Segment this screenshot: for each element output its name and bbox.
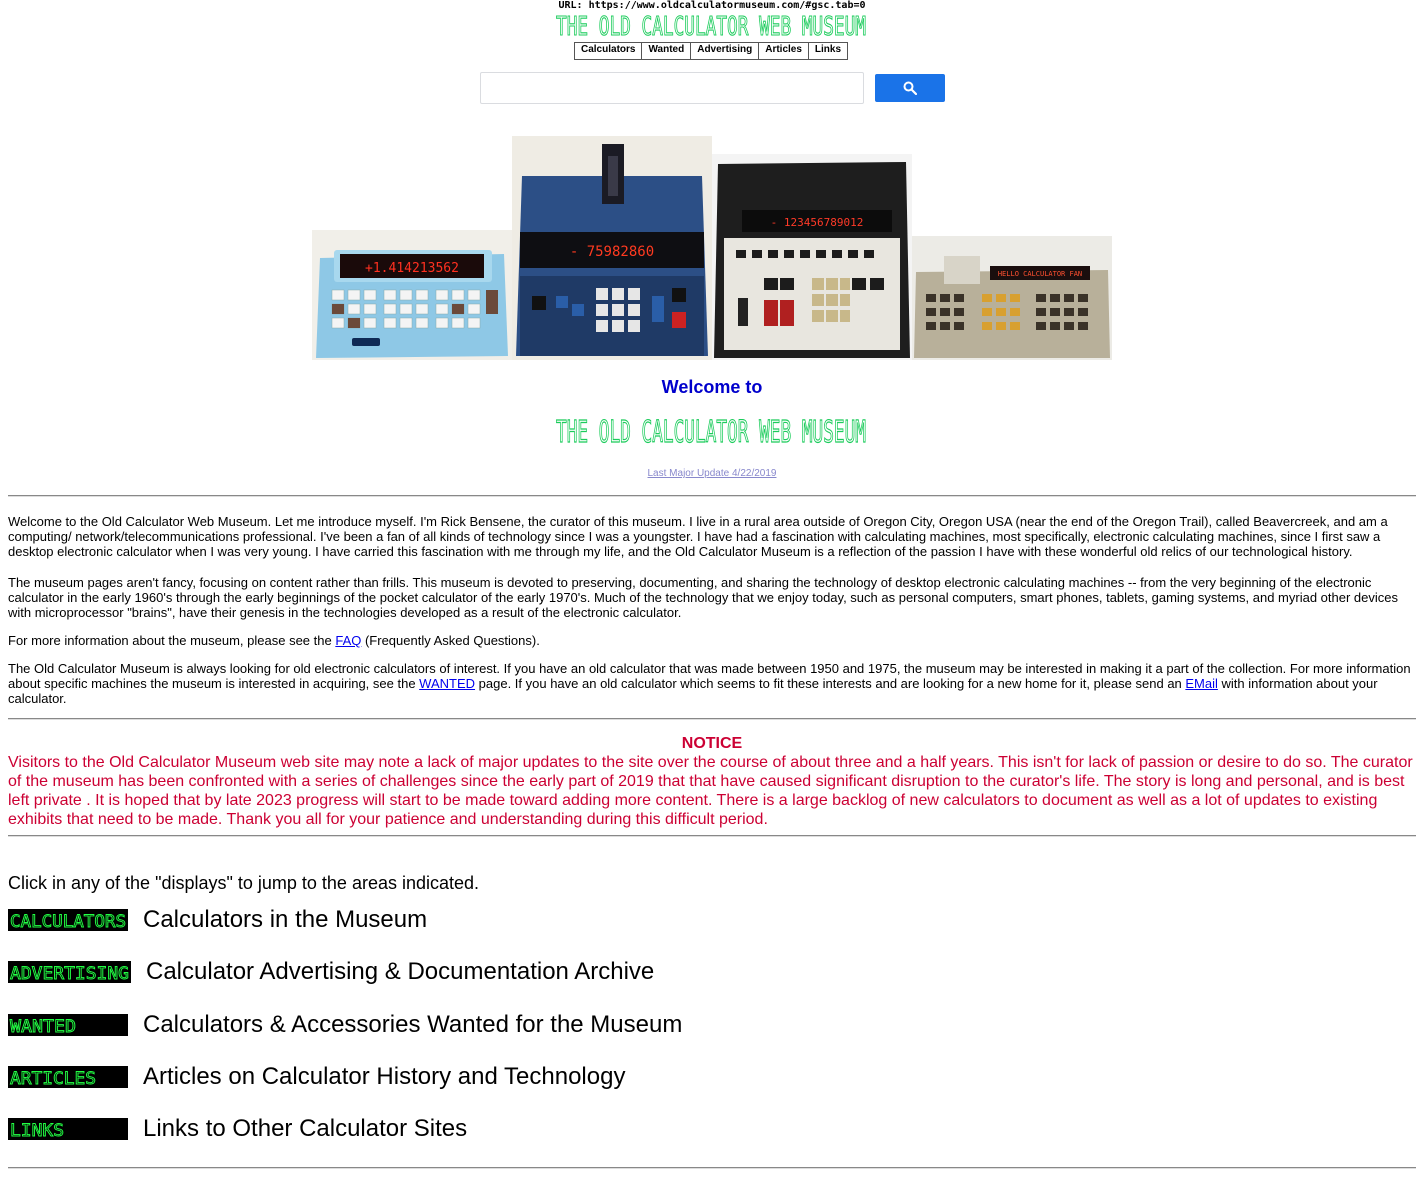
wanted-display-text: WANTED [10,1017,76,1036]
section-label-calculators[interactable]: Calculators in the Museum [143,906,427,934]
links-display-text: LINKS [10,1121,64,1140]
divider [8,718,1416,720]
intro-paragraph-1: Welcome to the Old Calculator Web Museum… [8,514,1388,559]
faq-link[interactable]: FAQ [335,633,361,648]
faq-paragraph: For more information about the museum, p… [8,633,1416,648]
section-link-wanted[interactable]: WANTED Calculators & Accessories Wanted … [8,1011,682,1039]
search-input[interactable] [480,72,864,104]
section-label-links[interactable]: Links to Other Calculator Sites [143,1115,467,1143]
section-label-advertising[interactable]: Calculator Advertising & Documentation A… [146,958,654,986]
calculators-display-text: CALCULATORS [10,912,126,931]
last-update-line: Last Major Update 4/22/2019 [0,468,1424,480]
articles-display-text: ARTICLES [10,1069,96,1088]
top-nav: Calculators Wanted Advertising Articles … [574,42,849,60]
advertising-display-icon[interactable]: ADVERTISING [8,961,131,983]
photo3-display-text: - 123456789012 [771,216,864,229]
nav-wanted[interactable]: Wanted [642,43,692,59]
wanted-link[interactable]: WANTED [419,676,475,691]
faq-text-before: For more information about the museum, p… [8,633,336,648]
links-display-icon[interactable]: LINKS [8,1118,128,1140]
photo4-display-text: HELLO CALCULATOR FAN [998,270,1082,278]
calculator-photo-1[interactable]: +1.414213562 [312,230,512,360]
calculator-photo-3[interactable]: - 123456789012 [712,154,912,360]
displays-instruction: Click in any of the "displays" to jump t… [8,873,480,893]
calculators-display-icon[interactable]: CALCULATORS [8,909,128,931]
section-label-wanted[interactable]: Calculators & Accessories Wanted for the… [143,1011,682,1039]
photo1-display-text: +1.414213562 [365,261,459,276]
nav-calculators[interactable]: Calculators [575,43,643,59]
notice-body: Visitors to the Old Calculator Museum we… [8,754,1413,828]
museum-banner-logo[interactable]: THE OLD CALCULATOR WEB MUSEUM [555,11,867,39]
intro-paragraph-2: The museum pages aren't fancy, focusing … [8,575,1398,620]
section-link-calculators[interactable]: CALCULATORS Calculators in the Museum [8,906,427,934]
search-icon [903,81,917,95]
divider [8,835,1416,837]
wanted-display-icon[interactable]: WANTED [8,1014,128,1036]
banner-logo-large-text: THE OLD CALCULATOR WEB MUSEUM [556,415,866,446]
email-link[interactable]: EMail [1185,676,1218,691]
calculator-photo-2[interactable]: - 75982860 [512,136,712,360]
section-link-articles[interactable]: ARTICLES Articles on Calculator History … [8,1063,625,1091]
faq-text-after: (Frequently Asked Questions). [361,633,540,648]
museum-banner-logo-large: THE OLD CALCULATOR WEB MUSEUM [555,414,867,450]
articles-display-icon[interactable]: ARTICLES [8,1066,128,1088]
photo2-display-text: - 75982860 [570,244,654,260]
notice-title: NOTICE [681,735,743,752]
welcome-heading: Welcome to [661,377,763,397]
wanted-text-b: page. If you have an old calculator whic… [475,676,1186,691]
calculator-photo-4[interactable]: HELLO CALCULATOR FAN [912,236,1112,360]
section-link-advertising[interactable]: ADVERTISING Calculator Advertising & Doc… [8,958,654,986]
search-button[interactable] [875,74,945,102]
section-link-links[interactable]: LINKS Links to Other Calculator Sites [8,1115,467,1143]
nav-links[interactable]: Links [809,43,847,59]
divider [8,495,1416,497]
banner-logo-text: THE OLD CALCULATOR WEB MUSEUM [556,12,866,39]
divider [8,1167,1416,1169]
wanted-paragraph: The Old Calculator Museum is always look… [8,661,1416,706]
advertising-display-text: ADVERTISING [10,964,129,983]
nav-articles[interactable]: Articles [759,43,809,59]
section-label-articles[interactable]: Articles on Calculator History and Techn… [143,1063,625,1091]
last-update-link[interactable]: Last Major Update 4/22/2019 [648,468,777,479]
nav-advertising[interactable]: Advertising [691,43,760,59]
